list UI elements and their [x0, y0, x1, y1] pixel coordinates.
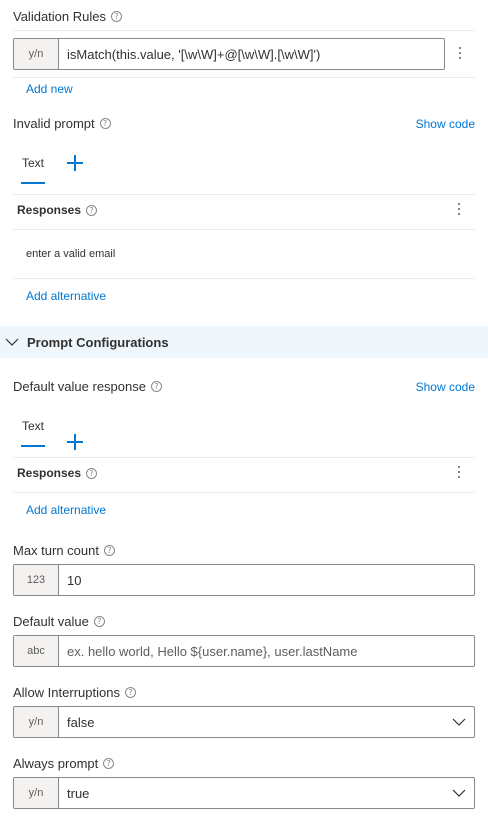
add-alternative-link[interactable]: Add alternative [26, 289, 106, 303]
help-icon[interactable]: ? [124, 687, 136, 698]
section-title: Prompt Configurations [27, 334, 169, 350]
responses-title: Responses [17, 466, 82, 480]
always-prompt-title: Always prompt [13, 756, 99, 771]
boolean-type-prefix: y/n [14, 707, 59, 737]
add-new-link[interactable]: Add new [26, 82, 73, 96]
responses-title: Responses [17, 203, 82, 217]
validation-rule-field[interactable]: y/n isMatch(this.value, '[\w\W]+@[\w\W].… [13, 38, 445, 70]
divider [13, 229, 475, 230]
divider [13, 457, 475, 458]
more-vertical-icon[interactable] [457, 466, 461, 478]
default-value-response-label: Default value response ? [13, 379, 162, 394]
tab-text[interactable]: Text [22, 419, 44, 433]
show-code-link[interactable]: Show code [416, 380, 475, 394]
help-icon[interactable]: ? [86, 204, 98, 216]
string-type-prefix: abc [14, 636, 59, 666]
plus-icon[interactable] [67, 155, 83, 171]
always-prompt-label: Always prompt ? [13, 756, 115, 771]
add-alternative-link[interactable]: Add alternative [26, 503, 106, 517]
allow-interruptions-dropdown[interactable]: y/n false [13, 706, 475, 738]
prompt-configurations-header[interactable]: Prompt Configurations [0, 326, 488, 358]
divider [13, 77, 475, 78]
chevron-down-icon[interactable] [444, 778, 474, 808]
validation-rules-title: Validation Rules [13, 9, 106, 24]
help-icon[interactable]: ? [86, 467, 98, 479]
default-value-title: Default value [13, 614, 89, 629]
response-item[interactable]: enter a valid email [26, 248, 115, 260]
tab-text[interactable]: Text [22, 156, 44, 170]
help-icon[interactable]: ? [150, 381, 162, 392]
always-prompt-dropdown[interactable]: y/n true [13, 777, 475, 809]
validation-rule-input[interactable]: isMatch(this.value, '[\w\W]+@[\w\W].[\w\… [59, 39, 444, 69]
invalid-prompt-label: Invalid prompt ? [13, 116, 111, 131]
default-value-input[interactable]: ex. hello world, Hello ${user.name}, use… [59, 636, 474, 666]
plus-icon[interactable] [67, 434, 83, 450]
always-prompt-value: true [67, 785, 90, 801]
chevron-down-icon[interactable] [5, 335, 19, 349]
tab-active-indicator [21, 182, 45, 184]
rule-type-prefix: y/n [14, 39, 59, 69]
responses-label: Responses ? [17, 203, 98, 217]
allow-interruptions-title: Allow Interruptions [13, 685, 120, 700]
max-turn-count-input[interactable]: 10 [59, 565, 474, 595]
help-icon[interactable]: ? [103, 758, 115, 769]
show-code-link[interactable]: Show code [416, 117, 475, 131]
divider [13, 194, 475, 195]
help-icon[interactable]: ? [99, 118, 111, 129]
allow-interruptions-label: Allow Interruptions ? [13, 685, 136, 700]
responses-label: Responses ? [17, 466, 98, 480]
help-icon[interactable]: ? [93, 616, 105, 627]
tab-active-indicator [21, 445, 45, 447]
divider [13, 492, 475, 493]
max-turn-count-label: Max turn count ? [13, 543, 115, 558]
help-icon[interactable]: ? [104, 545, 115, 556]
more-vertical-icon[interactable] [458, 47, 462, 59]
more-vertical-icon[interactable] [457, 203, 461, 215]
divider [13, 278, 475, 279]
allow-interruptions-value: false [67, 714, 95, 730]
divider [13, 30, 475, 31]
chevron-down-icon[interactable] [444, 707, 474, 737]
default-value-field[interactable]: abc ex. hello world, Hello ${user.name},… [13, 635, 475, 667]
default-value-response-title: Default value response [13, 379, 146, 394]
boolean-type-prefix: y/n [14, 778, 59, 808]
validation-rules-label: Validation Rules ? [13, 9, 122, 24]
invalid-prompt-title: Invalid prompt [13, 116, 95, 131]
number-type-prefix: 123 [14, 565, 59, 595]
max-turn-count-title: Max turn count [13, 543, 99, 558]
help-icon[interactable]: ? [110, 11, 122, 22]
max-turn-count-field[interactable]: 123 10 [13, 564, 475, 596]
default-value-label: Default value ? [13, 614, 105, 629]
